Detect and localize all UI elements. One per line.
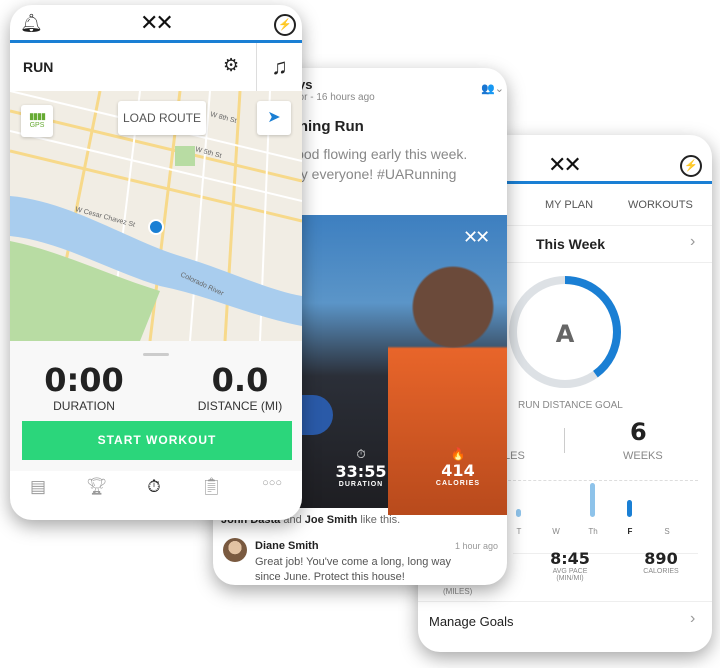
post-meta: oor - 16 hours ago <box>293 92 375 103</box>
calories-value: 890 <box>644 549 678 568</box>
pace-unit: (MIN/MI) <box>556 575 584 582</box>
day-label: F <box>627 527 633 536</box>
calories-label: CALORIES <box>643 568 679 575</box>
likes-suffix: like this. <box>357 514 401 526</box>
weeks-value: 6 <box>630 418 647 446</box>
miles-label: LES <box>504 450 525 462</box>
comment-author[interactable]: Diane Smith <box>255 540 319 552</box>
ua-logo: ✕✕ <box>140 11 174 36</box>
ua-logo: ✕✕ <box>463 227 490 248</box>
post-title: rning Run <box>293 118 364 135</box>
distance-stat: 0.0 DISTANCE (MI) <box>180 361 300 413</box>
duration-label: DURATION <box>53 399 115 413</box>
pace-label: AVG PACE <box>552 568 588 575</box>
day-label: S <box>664 527 670 536</box>
duration-stat: ⏱ 33:55 DURATION <box>321 447 401 488</box>
liker-name[interactable]: Joe Smith <box>305 514 358 526</box>
more-icon[interactable]: ○○○ <box>262 477 282 497</box>
stopwatch-icon: ⏱ <box>356 447 366 461</box>
privacy-friends-icon[interactable]: 👥⌄ <box>481 82 504 95</box>
drag-handle[interactable] <box>143 353 169 356</box>
manage-goals-label: Manage Goals <box>429 614 514 629</box>
comment-time: 1 hour ago <box>455 541 499 551</box>
goal-ring: A <box>509 276 621 388</box>
bar-T <box>516 509 521 517</box>
post-body-line: lood flowing early this week. <box>293 146 468 162</box>
distance-label: DISTANCE (MI) <box>197 399 283 413</box>
ua-logo: ✕✕ <box>548 153 582 178</box>
chevron-right-icon: › <box>690 233 696 250</box>
manage-goals-row[interactable]: Manage Goals › <box>418 601 712 641</box>
flame-icon: 🔥 <box>450 447 466 461</box>
start-workout-button[interactable]: START WORKOUT <box>22 421 292 460</box>
post-body-line: ay everyone! #UARunning <box>293 166 457 182</box>
day-label: W <box>552 527 560 536</box>
music-icon[interactable]: ♫ <box>256 43 302 91</box>
gps-indicator: ▮▮▮▮ GPS <box>21 105 53 137</box>
locate-icon[interactable]: ➤ <box>257 101 291 135</box>
gps-label: GPS <box>29 122 45 129</box>
load-route-button[interactable]: LOAD ROUTE <box>118 101 206 135</box>
post-body: lood flowing early this week. ay everyon… <box>293 144 467 184</box>
chevron-right-icon: › <box>690 610 696 627</box>
divider <box>564 428 565 453</box>
partial-label: (MILES) <box>443 587 473 596</box>
connect-icon[interactable]: ⚡ <box>680 155 702 177</box>
calories-value: 414 <box>441 461 475 480</box>
day-label: T <box>516 527 522 536</box>
run-screen: 🔔︎ ✕✕ ⚡ RUN ⚙ ♫ W Cesar Chavez St W 5th … <box>10 5 302 520</box>
distance-value: 0.0 <box>211 361 269 399</box>
tab-workouts[interactable]: WORKOUTS <box>628 199 693 211</box>
tab-my-plan[interactable]: MY PLAN <box>545 199 593 211</box>
week-bar-chart: T W Th F S <box>516 475 708 536</box>
avatar[interactable] <box>223 538 247 562</box>
tab-bar: ▤ 🏆︎ ⏱ 📋︎ ○○○ <box>10 477 302 497</box>
gear-icon[interactable]: ⚙ <box>223 55 239 76</box>
pace-stat: 8:45 AVG PACE (MIN/MI) <box>535 549 605 582</box>
pace-value: 8:45 <box>550 549 590 568</box>
goal-label: RUN DISTANCE GOAL <box>518 400 623 411</box>
duration-value: 33:55 <box>335 462 387 481</box>
connect-icon[interactable]: ⚡ <box>274 14 296 36</box>
calories-label: CALORIES <box>435 480 481 487</box>
bar-Th <box>590 483 595 517</box>
bar-F <box>627 500 632 517</box>
feed-icon[interactable]: ▤ <box>30 477 46 497</box>
weeks-label: WEEKS <box>623 450 663 462</box>
bell-icon[interactable]: 🔔︎ <box>20 13 43 34</box>
gps-signal-icon: ▮▮▮▮ <box>29 111 46 121</box>
page-title: RUN <box>23 59 54 75</box>
duration-label: DURATION <box>338 481 384 488</box>
week-title: This Week <box>536 236 605 252</box>
clipboard-icon[interactable]: 📋︎ <box>201 477 223 497</box>
day-label: Th <box>588 527 598 536</box>
calories-stat: 🔥 414 CALORIES <box>418 447 498 487</box>
duration-value: 0:00 <box>44 361 124 399</box>
calories-stat: 890 CALORIES <box>628 549 694 575</box>
duration-stat: 0:00 DURATION <box>24 361 144 413</box>
goal-icon: A <box>556 320 575 348</box>
trophy-icon[interactable]: 🏆︎ <box>86 477 108 497</box>
comment-text: Great job! You've come a long, long way … <box>255 556 451 583</box>
stopwatch-icon[interactable]: ⏱ <box>147 477 160 497</box>
